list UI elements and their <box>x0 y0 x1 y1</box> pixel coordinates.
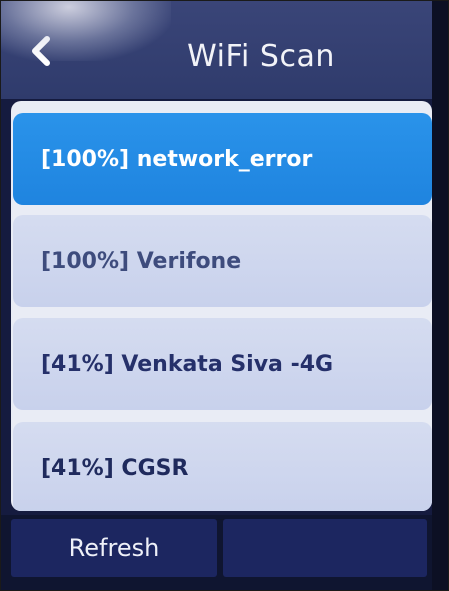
secondary-button[interactable] <box>223 519 427 577</box>
chevron-left-icon <box>32 36 50 66</box>
screen-bezel-edge <box>432 1 448 590</box>
app-header: WiFi Scan <box>1 1 448 99</box>
network-label: [41%] Venkata Siva -4G <box>41 351 334 377</box>
refresh-button[interactable]: Refresh <box>11 519 217 577</box>
network-label: [41%] CGSR <box>41 455 189 481</box>
back-button[interactable] <box>23 31 63 71</box>
network-item-network-error[interactable]: [100%] network_error <box>13 113 432 205</box>
network-label: [100%] Verifone <box>41 248 242 274</box>
network-item-cgsr[interactable]: [41%] CGSR <box>13 422 432 511</box>
network-item-venkata-siva[interactable]: [41%] Venkata Siva -4G <box>13 318 432 410</box>
network-list: [100%] network_error [100%] Verifone [41… <box>11 101 432 511</box>
footer-bar: Refresh <box>1 515 448 590</box>
page-title: WiFi Scan <box>187 39 335 74</box>
device-screen: WiFi Scan [100%] network_error [100%] Ve… <box>0 0 449 591</box>
network-label: [100%] network_error <box>41 146 313 172</box>
network-item-verifone[interactable]: [100%] Verifone <box>13 215 432 307</box>
